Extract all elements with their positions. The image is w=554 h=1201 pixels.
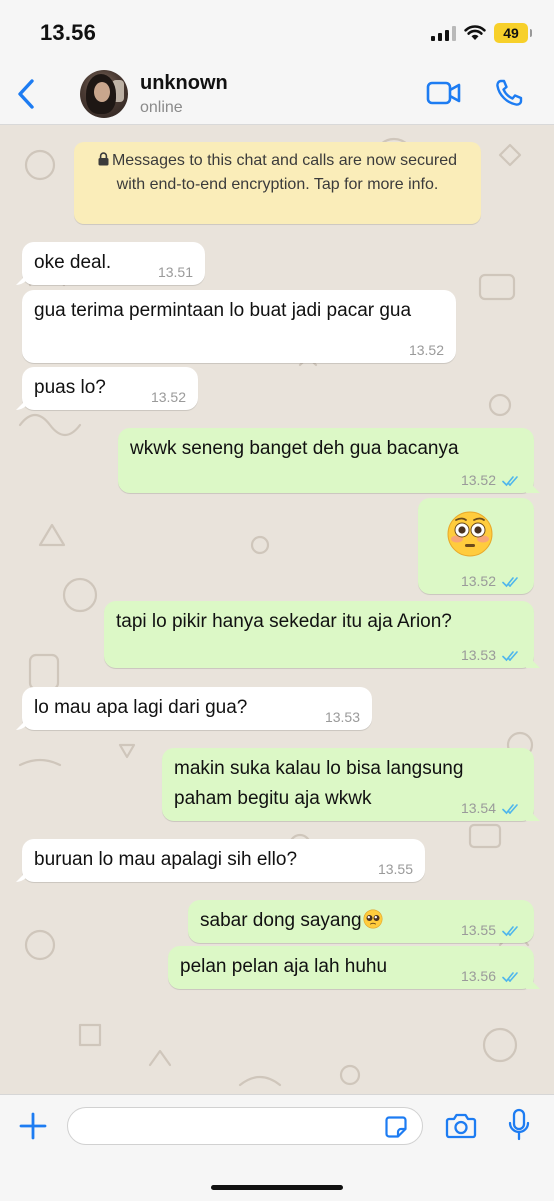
message-bubble-outgoing[interactable]: sabar dong sayang 13.55 xyxy=(188,900,534,943)
message-bubble-incoming[interactable]: gua terima permintaan lo buat jadi pacar… xyxy=(22,290,456,363)
cellular-signal-icon xyxy=(431,25,456,41)
contact-avatar[interactable] xyxy=(80,70,128,118)
sticker-button[interactable] xyxy=(384,1115,408,1139)
message-bubble-incoming[interactable]: lo mau apa lagi dari gua? 13.53 xyxy=(22,687,372,730)
message-time: 13.53 xyxy=(460,647,496,663)
message-bubble-outgoing[interactable]: pelan pelan aja lah huhu 13.56 xyxy=(168,946,534,989)
microphone-button[interactable] xyxy=(508,1108,530,1142)
contact-name[interactable]: unknown xyxy=(140,72,228,95)
attach-button[interactable] xyxy=(18,1111,48,1141)
message-text: wkwk seneng banget deh gua bacanya xyxy=(130,438,459,459)
message-text: oke deal. xyxy=(34,252,112,273)
message-text: tapi lo pikir hanya sekedar itu aja Ario… xyxy=(116,611,452,632)
message-time: 13.55 xyxy=(377,861,413,877)
read-receipt-icon xyxy=(502,972,518,983)
back-button[interactable] xyxy=(10,74,42,114)
lock-icon xyxy=(98,152,109,166)
message-text: sabar dong sayang xyxy=(200,910,362,931)
message-bubble-outgoing[interactable]: wkwk seneng banget deh gua bacanya 13.52 xyxy=(118,428,534,493)
encryption-notice-text: Messages to this chat and calls are now … xyxy=(111,152,458,193)
message-input[interactable] xyxy=(67,1107,423,1145)
message-bubble-incoming[interactable]: oke deal. 13.51 xyxy=(22,242,205,285)
message-bubble-incoming[interactable]: buruan lo mau apalagi sih ello? 13.55 xyxy=(22,839,425,882)
status-time: 13.56 xyxy=(40,20,97,45)
pleading-face-emoji xyxy=(363,909,383,929)
message-text: puas lo? xyxy=(34,377,106,398)
chat-header: unknown online xyxy=(0,62,554,125)
message-time: 13.54 xyxy=(460,800,496,816)
message-text: makin suka kalau lo bisa langsung paham … xyxy=(174,758,464,809)
read-receipt-icon xyxy=(502,651,518,662)
flushed-face-emoji xyxy=(447,511,493,557)
message-time: 13.52 xyxy=(460,472,496,488)
message-time: 13.56 xyxy=(460,968,496,984)
message-time: 13.52 xyxy=(408,342,444,358)
read-receipt-icon xyxy=(502,804,518,815)
message-bubble-incoming[interactable]: puas lo? 13.52 xyxy=(22,367,198,410)
message-time: 13.51 xyxy=(157,264,193,280)
contact-status: online xyxy=(140,99,183,116)
message-text: buruan lo mau apalagi sih ello? xyxy=(34,849,298,870)
chat-area[interactable]: Messages to this chat and calls are now … xyxy=(0,125,554,1094)
message-input-bar xyxy=(0,1094,554,1201)
message-time: 13.55 xyxy=(460,922,496,938)
message-text: gua terima permintaan lo buat jadi pacar… xyxy=(34,300,412,321)
wifi-icon xyxy=(464,25,486,40)
message-bubble-outgoing[interactable]: makin suka kalau lo bisa langsung paham … xyxy=(162,748,534,821)
camera-button[interactable] xyxy=(445,1112,477,1140)
video-call-button[interactable] xyxy=(426,80,462,106)
encryption-notice[interactable]: Messages to this chat and calls are now … xyxy=(74,142,481,224)
message-text: pelan pelan aja lah huhu xyxy=(180,956,388,977)
status-bar: 13.56 49 xyxy=(0,0,554,62)
read-receipt-icon xyxy=(502,476,518,487)
message-bubble-outgoing[interactable]: 13.52 xyxy=(418,498,534,594)
read-receipt-icon xyxy=(502,926,518,937)
home-indicator[interactable] xyxy=(211,1185,343,1190)
message-bubble-outgoing[interactable]: tapi lo pikir hanya sekedar itu aja Ario… xyxy=(104,601,534,668)
message-time: 13.52 xyxy=(150,389,186,405)
battery-icon: 49 xyxy=(494,23,532,43)
message-text: lo mau apa lagi dari gua? xyxy=(34,697,248,718)
message-time: 13.52 xyxy=(460,573,496,589)
status-icons: 49 xyxy=(431,20,532,46)
battery-level: 49 xyxy=(503,25,519,41)
chevron-left-icon xyxy=(18,79,34,109)
voice-call-button[interactable] xyxy=(494,78,524,108)
read-receipt-icon xyxy=(502,577,518,588)
message-time: 13.53 xyxy=(324,709,360,725)
